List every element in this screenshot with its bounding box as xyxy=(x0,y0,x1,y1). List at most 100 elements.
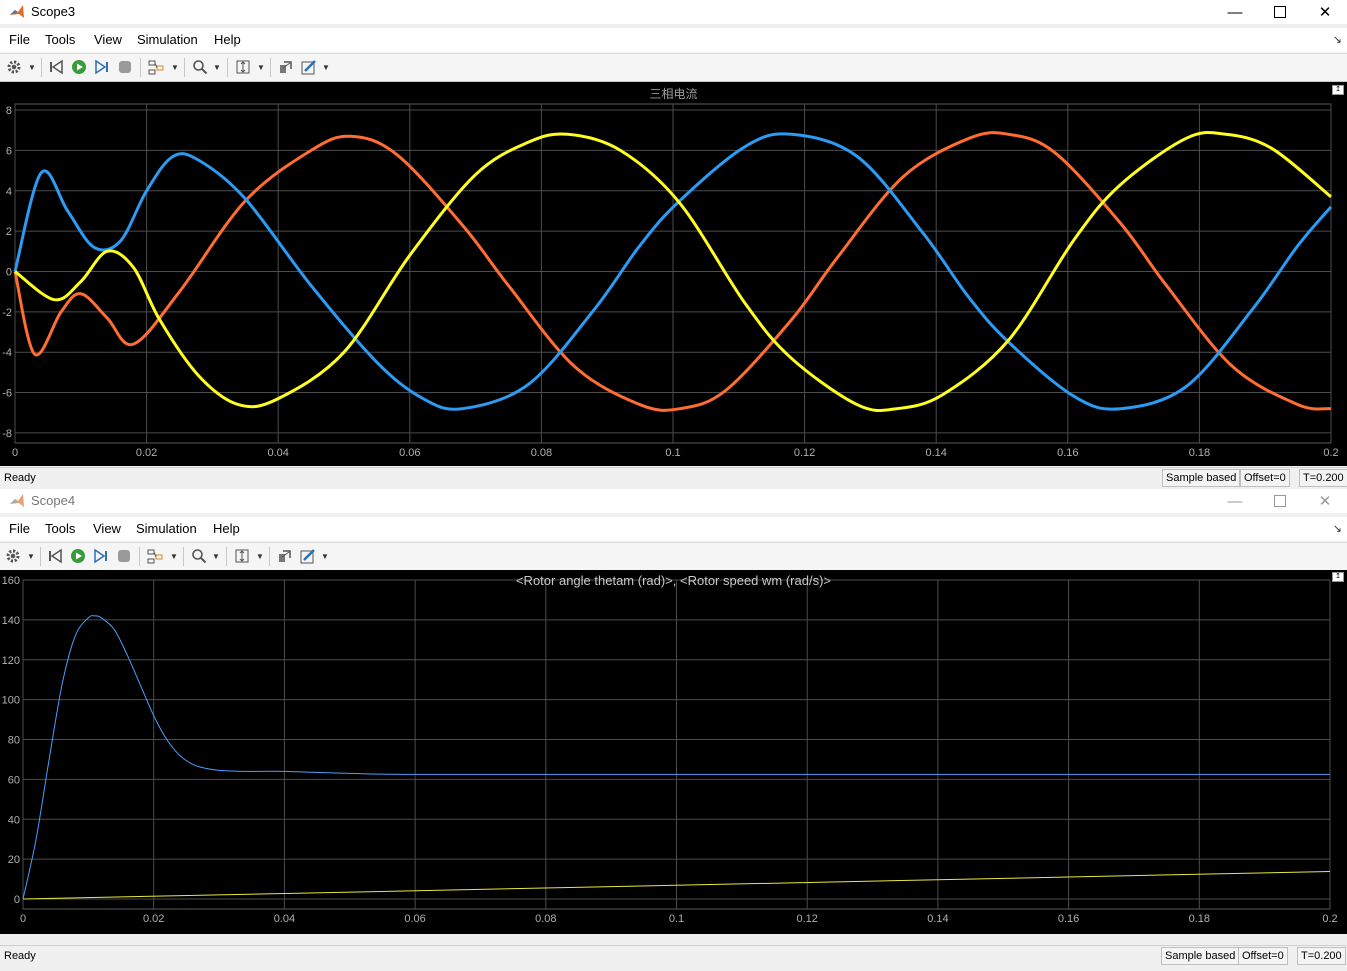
stop-icon xyxy=(119,61,131,73)
x-tick-label: 0.12 xyxy=(794,447,815,459)
y-tick-label: 8 xyxy=(6,105,12,117)
run-button[interactable] xyxy=(70,58,88,76)
sample-mode-indicator: Sample based xyxy=(1162,469,1241,487)
three-phase-current-chart[interactable]: 0 0.02 0.04 0.06 0.08 0.1 0.12 0.14 0.16 0.18 0.2 -… xyxy=(0,82,1347,466)
menu-file[interactable]: File xyxy=(9,521,30,536)
expand-menu-icon[interactable]: ↘ xyxy=(1333,522,1342,535)
undock-button[interactable]: ↥ xyxy=(1332,572,1344,582)
autoscale-dropdown-icon[interactable]: ▼ xyxy=(257,63,265,72)
stop-button[interactable] xyxy=(115,547,133,565)
restore-layout-button[interactable] xyxy=(276,58,294,76)
highlight-block-button[interactable] xyxy=(146,547,164,565)
status-text: Ready xyxy=(4,950,36,962)
undock-icon: ↥ xyxy=(1335,573,1341,580)
menu-view[interactable]: View xyxy=(94,32,122,47)
rewind-button[interactable] xyxy=(46,547,64,565)
minimize-button[interactable]: — xyxy=(1212,0,1258,24)
settings-dropdown-icon[interactable]: ▼ xyxy=(28,63,36,72)
maximize-icon xyxy=(1274,6,1286,18)
highlight-dropdown-icon[interactable]: ▼ xyxy=(171,63,179,72)
x-tick-label: 0.04 xyxy=(274,913,295,925)
y-tick-label: 100 xyxy=(2,695,20,707)
menu-file[interactable]: File xyxy=(9,32,30,47)
menu-tools[interactable]: Tools xyxy=(45,521,75,536)
zoom-dropdown-icon[interactable]: ▼ xyxy=(213,63,221,72)
toolbar: ▼ ▼ ▼ ▼ ▼ xyxy=(0,53,1347,82)
style-button[interactable] xyxy=(300,58,318,76)
title-bar: Scope3 — ✕ xyxy=(0,0,1347,24)
toolbar-separator xyxy=(140,58,141,77)
menu-simulation[interactable]: Simulation xyxy=(136,521,197,536)
scope4-plot-panel: 0 0.02 0.04 0.06 0.08 0.1 0.12 0.14 0.16 0.18 0.2 0… xyxy=(0,570,1347,934)
stop-button[interactable] xyxy=(116,58,134,76)
maximize-button[interactable] xyxy=(1257,0,1303,24)
x-tick-label: 0 xyxy=(12,447,18,459)
close-icon: ✕ xyxy=(1318,4,1332,21)
menu-view[interactable]: View xyxy=(93,521,121,536)
x-tick-label: 0.2 xyxy=(1323,447,1338,459)
undock-icon: ↥ xyxy=(1335,86,1341,93)
toolbar-separator xyxy=(227,58,228,77)
settings-button[interactable] xyxy=(5,58,23,76)
menu-help[interactable]: Help xyxy=(214,32,241,47)
x-tick-label: 0.06 xyxy=(399,447,420,459)
restore-layout-button[interactable] xyxy=(275,547,293,565)
toolbar: ▼ ▼ ▼ ▼ ▼ xyxy=(0,542,1347,571)
autoscale-dropdown-icon[interactable]: ▼ xyxy=(256,552,264,561)
x-tick-label: 0.1 xyxy=(669,913,684,925)
x-tick-label: 0.02 xyxy=(143,913,164,925)
toolbar-separator xyxy=(270,58,271,77)
restore-layout-icon xyxy=(280,61,292,73)
close-button[interactable]: ✕ xyxy=(1302,489,1347,513)
stop-icon xyxy=(118,550,130,562)
settings-button[interactable] xyxy=(4,547,22,565)
x-tick-label: 0 xyxy=(20,913,26,925)
maximize-button[interactable] xyxy=(1257,489,1303,513)
y-tick-label: 4 xyxy=(6,186,12,198)
menu-simulation[interactable]: Simulation xyxy=(137,32,198,47)
menu-help[interactable]: Help xyxy=(213,521,240,536)
menu-tools[interactable]: Tools xyxy=(45,32,75,47)
rewind-icon xyxy=(49,548,62,564)
x-tick-label: 0.2 xyxy=(1322,913,1337,925)
status-bar: Ready Sample based Offset=0 T=0.200 xyxy=(0,467,1347,488)
close-button[interactable]: ✕ xyxy=(1302,0,1347,24)
run-button[interactable] xyxy=(69,547,87,565)
step-forward-button[interactable] xyxy=(92,547,110,565)
step-forward-button[interactable] xyxy=(93,58,111,76)
x-tick-label: 0.08 xyxy=(531,447,552,459)
title-bar: Scope4 — ✕ xyxy=(0,489,1347,513)
style-dropdown-icon[interactable]: ▼ xyxy=(322,63,330,72)
highlight-dropdown-icon[interactable]: ▼ xyxy=(170,552,178,561)
autoscale-button[interactable] xyxy=(234,58,252,76)
window-title: Scope4 xyxy=(31,493,76,508)
offset-indicator: Offset=0 xyxy=(1238,947,1288,965)
toolbar-separator xyxy=(41,58,42,77)
y-tick-label: 40 xyxy=(8,814,20,826)
toolbar-separator xyxy=(269,547,270,566)
autoscale-icon xyxy=(236,60,250,74)
autoscale-button[interactable] xyxy=(233,547,251,565)
chart-title: <Rotor angle thetam (rad)>, <Rotor speed… xyxy=(515,573,832,588)
sample-mode-indicator: Sample based xyxy=(1161,947,1240,965)
x-tick-label: 0.18 xyxy=(1189,913,1210,925)
zoom-button[interactable] xyxy=(191,58,209,76)
y-tick-label: 0 xyxy=(6,266,12,278)
highlight-block-button[interactable] xyxy=(147,58,165,76)
style-dropdown-icon[interactable]: ▼ xyxy=(321,552,329,561)
y-tick-label: -6 xyxy=(2,388,12,400)
status-text: Ready xyxy=(4,472,36,484)
zoom-dropdown-icon[interactable]: ▼ xyxy=(212,552,220,561)
expand-menu-icon[interactable]: ↘ xyxy=(1333,33,1342,46)
style-button[interactable] xyxy=(299,547,317,565)
minimize-button[interactable]: — xyxy=(1212,489,1258,513)
settings-dropdown-icon[interactable]: ▼ xyxy=(27,552,35,561)
rewind-button[interactable] xyxy=(47,58,65,76)
rewind-icon xyxy=(50,59,63,75)
toolbar-separator xyxy=(139,547,140,566)
x-tick-label: 0.14 xyxy=(927,913,948,925)
rotor-angle-speed-chart[interactable]: 0 0.02 0.04 0.06 0.08 0.1 0.12 0.14 0.16 0.18 0.2 0… xyxy=(0,570,1347,934)
zoom-button[interactable] xyxy=(190,547,208,565)
toolbar-separator xyxy=(183,547,184,566)
undock-button[interactable]: ↥ xyxy=(1332,85,1344,95)
